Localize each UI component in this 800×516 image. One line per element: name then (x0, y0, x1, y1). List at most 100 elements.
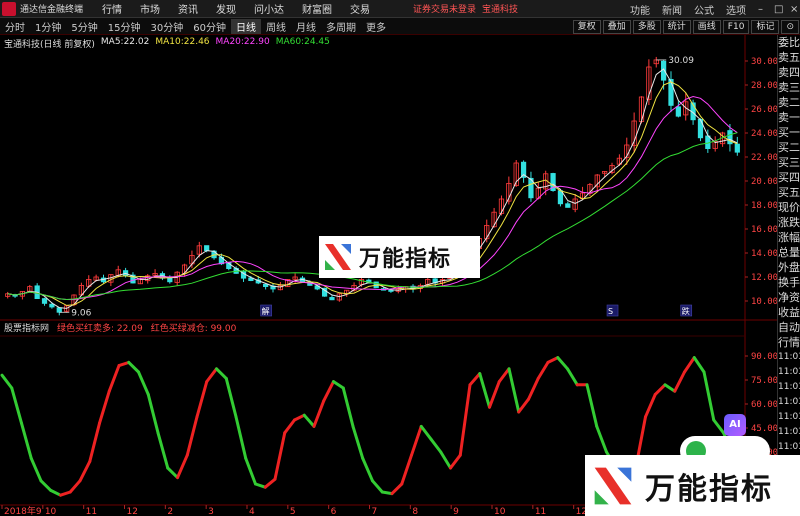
period-monthly[interactable]: 月线 (291, 19, 321, 34)
indicator-segment-up (293, 413, 306, 422)
indicator-segment-up (185, 415, 199, 457)
indicator-segment-down (49, 488, 62, 497)
quote-panel-item: 卖三 (778, 81, 800, 94)
quote-panel-item: 11:03 (778, 427, 800, 437)
price-tick-label: 10.00 (751, 297, 777, 307)
indicator-segment-down (332, 380, 345, 390)
indicator-segment-down (556, 356, 569, 371)
candle-body (565, 203, 571, 208)
app-title: 通达信金融终端 (20, 5, 84, 15)
indicator-segment-up (195, 380, 209, 419)
menu-market[interactable]: 行情 (93, 1, 131, 16)
indicator-segment-up (517, 397, 530, 414)
menu-news-right[interactable]: 新闻 (656, 2, 688, 17)
quote-panel-item: 卖一 (778, 111, 800, 124)
indicator-segment-up (673, 370, 686, 393)
quote-panel-item: 涨跌 (778, 216, 800, 229)
time-tick-label: 7 (372, 507, 378, 516)
period-toolbar: 分时 1分钟 5分钟 15分钟 30分钟 60分钟 日线 周线 月线 多周期 更… (0, 18, 800, 35)
menu-discover[interactable]: 发现 (207, 1, 245, 16)
quote-panel-item: 收益 (778, 306, 800, 319)
quote-panel-item: 总量 (778, 246, 800, 259)
period-60min[interactable]: 60分钟 (188, 19, 231, 34)
quote-panel-item: 买三 (778, 156, 800, 169)
candle-body (675, 106, 681, 117)
indicator-segment-down (127, 360, 140, 374)
period-30min[interactable]: 30分钟 (145, 19, 188, 34)
watermark-text-large: 万能指标 (645, 471, 773, 507)
tool-circle-icon[interactable]: ⊙ (781, 19, 799, 34)
tool-draw[interactable]: 画线 (692, 19, 721, 34)
period-15min[interactable]: 15分钟 (103, 19, 146, 34)
indicator-segment-down (341, 386, 355, 428)
menu-formula[interactable]: 公式 (688, 2, 720, 17)
indicator-segment-down (478, 372, 491, 409)
tool-multi[interactable]: 多股 (632, 19, 661, 34)
indicator-segment-up (273, 431, 287, 481)
minimize-icon[interactable]: – (752, 4, 768, 15)
indicator-segment-up (390, 482, 404, 496)
app-logo-icon (2, 1, 16, 16)
indicator-segment-down (254, 482, 267, 489)
price-tick-label: 20.00 (751, 177, 777, 187)
period-more[interactable]: 更多 (361, 19, 391, 34)
close-icon[interactable]: × (784, 4, 800, 15)
quote-panel-item: 11:03 (778, 352, 800, 362)
indicator-segment-up (59, 490, 72, 497)
menu-function[interactable]: 功能 (624, 2, 656, 17)
quote-panel-item: 11:03 (778, 442, 800, 452)
period-1min[interactable]: 1分钟 (30, 19, 66, 34)
watermark-logo: 万能指标 (319, 236, 480, 278)
maximize-icon[interactable]: □ (768, 4, 784, 15)
menu-news[interactable]: 资讯 (169, 1, 207, 16)
stock-tag: 宝通科技 (482, 5, 519, 15)
indicator-segment-down (692, 356, 706, 374)
price-tick-label: 12.00 (751, 273, 777, 283)
watermark-logo-large-icon (594, 467, 632, 504)
candle-body (49, 303, 55, 308)
period-daily[interactable]: 日线 (230, 18, 261, 34)
event-marker: 跌 (682, 306, 690, 316)
indicator-segment-up (176, 453, 189, 480)
tool-adjust[interactable]: 复权 (572, 19, 601, 34)
candle-body (734, 143, 740, 153)
period-5min[interactable]: 5分钟 (66, 19, 102, 34)
menu-exchange[interactable]: 市场 (131, 1, 169, 16)
candle-body (41, 298, 48, 304)
menu-assistant[interactable]: 问小达 (245, 1, 293, 16)
price-tick-label: 24.00 (751, 129, 777, 139)
quote-panel-item: 涨幅 (778, 231, 800, 244)
menu-wealth[interactable]: 财富圈 (293, 1, 341, 16)
event-marker: 解 (262, 306, 270, 316)
period-timeshare[interactable]: 分时 (0, 19, 30, 34)
tool-f10[interactable]: F10 (722, 19, 750, 34)
time-tick-label: 10 (45, 507, 57, 516)
indicator-segment-down (419, 424, 433, 441)
menu-options[interactable]: 选项 (720, 2, 752, 17)
quote-panel-item: 买五 (778, 186, 800, 199)
menu-trade[interactable]: 交易 (341, 1, 379, 16)
indicator-segment-up (117, 360, 131, 368)
indicator-segment-down (663, 383, 677, 393)
quote-panel-item: 买四 (778, 171, 800, 184)
tool-stats[interactable]: 统计 (662, 19, 691, 34)
login-notice[interactable]: 证券交易未登录 (413, 2, 476, 15)
indicator-segment-down (439, 450, 452, 470)
indicator-segment-down (429, 437, 443, 454)
period-multi[interactable]: 多周期 (321, 19, 361, 34)
watermark-logo-large: 万能指标 (585, 455, 800, 516)
chart-tools: 复权 叠加 多股 统计 画线 F10 标记 ⊙ (572, 18, 800, 35)
indicator-segment-up (488, 380, 501, 409)
indicator-tick-label: 60.00 (751, 400, 777, 410)
indicator-segment-up (263, 477, 277, 489)
tool-mark[interactable]: 标记 (751, 19, 780, 34)
indicator-segment-up (458, 383, 472, 457)
ai-button[interactable]: AI (724, 414, 746, 436)
period-weekly[interactable]: 周线 (261, 19, 291, 34)
indicator-segment-down (29, 456, 43, 483)
quote-panel-item: 11:03 (778, 382, 800, 392)
price-tick-label: 14.00 (751, 249, 777, 259)
price-tick-label: 16.00 (751, 225, 777, 235)
tool-overlay[interactable]: 叠加 (602, 19, 631, 34)
indicator-segment-up (449, 453, 462, 470)
